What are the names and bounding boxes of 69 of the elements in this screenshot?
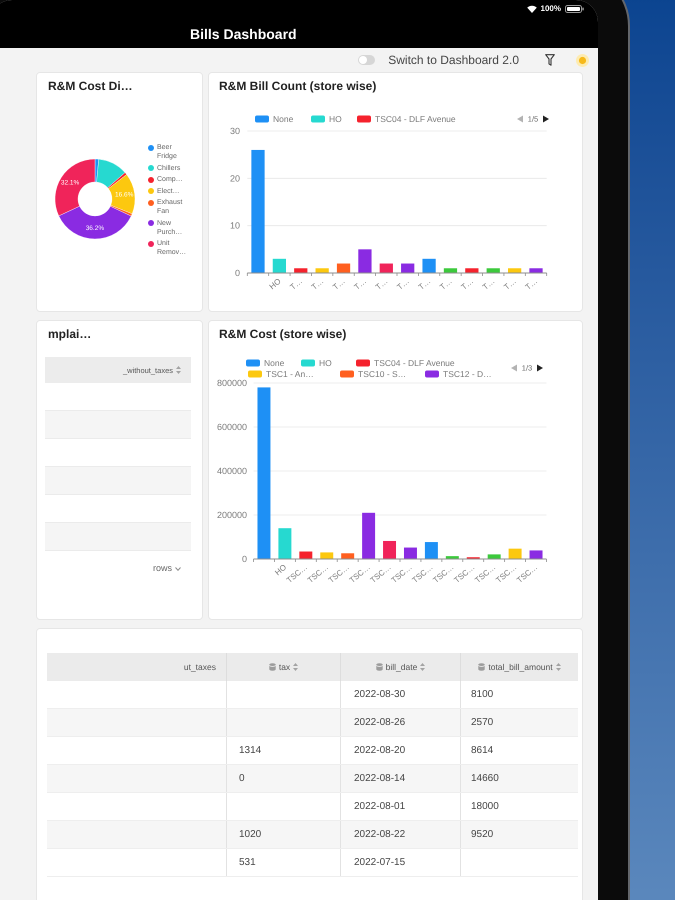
rows-per-page-select[interactable]: rows: [152, 563, 181, 574]
table-cell: 2022-08-22: [354, 829, 406, 840]
table-cell: 2022-08-01: [354, 801, 406, 812]
switch-label: Switch to Dashboard 2.0: [388, 53, 519, 67]
axis-label: T…: [310, 276, 326, 292]
avatar-icon[interactable]: [576, 54, 589, 66]
axis-label: HO: [273, 562, 288, 578]
legend-item[interactable]: TSC04 - DLF Avenue: [356, 358, 455, 368]
axis-label: T…: [438, 276, 454, 292]
chevron-down-icon: [175, 566, 181, 570]
legend-item[interactable]: HO: [301, 358, 332, 368]
legend-item[interactable]: None: [255, 114, 294, 124]
card-title: mplai…: [48, 327, 92, 341]
table-cell: 2022-07-15: [354, 857, 406, 868]
filter-icon[interactable]: [545, 54, 555, 66]
table-cell: 2022-08-20: [354, 745, 406, 756]
axis-label: 600000: [216, 422, 247, 432]
app-title: Bills Dashboard: [190, 27, 297, 42]
axis-label: 0: [234, 268, 240, 278]
axis-label: 0: [242, 554, 247, 564]
table-cell: 0: [239, 773, 245, 784]
axis-label: 20: [230, 173, 240, 184]
axis-label: T…: [459, 276, 476, 292]
toggle-switch[interactable]: [358, 55, 376, 65]
column-header[interactable]: total_bill_amount: [478, 662, 561, 672]
axis-label: T…: [352, 276, 368, 292]
axis-label: T…: [288, 276, 304, 292]
axis-label: 10: [230, 220, 240, 231]
table-cell: 9520: [471, 829, 494, 840]
triangle-right-icon[interactable]: [537, 364, 543, 372]
axis-label: T…: [524, 276, 540, 292]
axis-label: HO: [268, 276, 283, 292]
legend-item[interactable]: None: [246, 358, 284, 368]
legend-item[interactable]: TSC1 - An…: [248, 369, 314, 379]
axis-label: 30: [230, 126, 240, 136]
axis-label: T…: [395, 276, 411, 292]
card-title: R&M Bill Count (store wise): [219, 79, 376, 93]
battery-percent: 100%: [540, 4, 561, 14]
table-cell: 2022-08-14: [354, 773, 406, 784]
legend-item[interactable]: TSC04 - DLF Avenue: [357, 114, 456, 124]
axis-label: T…: [416, 276, 432, 292]
axis-label: T…: [480, 276, 497, 292]
axis-label: 800000: [216, 378, 247, 388]
card-title: R&M Cost Di…: [48, 79, 133, 93]
column-header[interactable]: ut_taxes: [184, 662, 216, 672]
column-header[interactable]: tax: [268, 662, 298, 672]
table-cell: 2022-08-26: [354, 717, 406, 728]
table-cell: 18000: [471, 801, 499, 812]
column-header[interactable]: bill_date: [376, 662, 426, 672]
axis-label: 400000: [216, 466, 247, 476]
table-cell: 14660: [471, 773, 499, 784]
table-cell: 2022-08-30: [354, 689, 406, 700]
axis-label: T…: [374, 276, 390, 292]
axis-label: T…: [331, 276, 347, 292]
legend-item[interactable]: HO: [311, 114, 342, 124]
table-cell: 1020: [239, 829, 262, 840]
table-cell: 8614: [471, 745, 494, 756]
axis-label: 200000: [216, 510, 247, 520]
table-cell: 531: [239, 857, 256, 868]
wifi-icon: [526, 5, 537, 13]
legend-item[interactable]: TSC10 - S…: [340, 369, 406, 379]
triangle-right-icon[interactable]: [543, 116, 549, 122]
table-cell: 8100: [471, 689, 494, 700]
table-cell: 2570: [471, 717, 494, 728]
legend-item[interactable]: TSC12 - D…: [425, 369, 492, 379]
battery-icon: [565, 5, 584, 13]
table-cell: 1314: [239, 745, 262, 756]
card-title: R&M Cost (store wise): [219, 327, 346, 341]
axis-label: T…: [502, 276, 518, 292]
